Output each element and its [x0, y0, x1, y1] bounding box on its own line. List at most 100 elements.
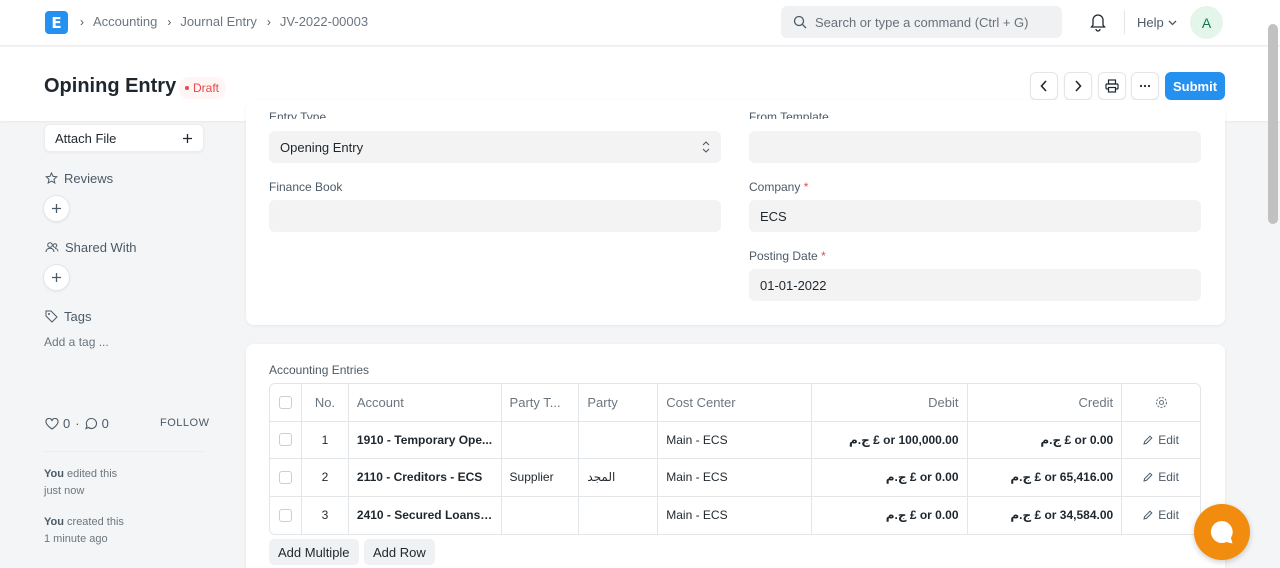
accounting-entries-table: No. Account Party T... Party Cost Center…	[269, 383, 1201, 535]
pencil-icon	[1143, 435, 1153, 445]
row-party[interactable]	[579, 421, 659, 458]
search-input[interactable]: Search or type a command (Ctrl + G)	[781, 6, 1062, 38]
row-cost-center[interactable]: Main - ECS	[658, 459, 812, 496]
activity-user: You	[44, 516, 64, 528]
row-credit[interactable]: ج.م £ or 34,584.00	[968, 496, 1123, 534]
header-no: No.	[302, 384, 349, 421]
help-label: Help	[1137, 15, 1164, 30]
chevron-right-icon: ›	[266, 14, 271, 29]
row-account[interactable]: 2110 - Creditors - ECS	[349, 459, 502, 496]
add-share-button[interactable]	[43, 264, 70, 291]
table-row[interactable]: 2 2110 - Creditors - ECS Supplier المجد …	[270, 459, 1200, 497]
scrollbar[interactable]	[1268, 24, 1278, 224]
header-cost-center: Cost Center	[658, 384, 812, 421]
table-row[interactable]: 3 2410 - Secured Loans ... Main - ECS ج.…	[270, 496, 1200, 535]
chat-widget-button[interactable]	[1194, 504, 1250, 560]
star-icon	[45, 172, 58, 184]
notification-bell-icon[interactable]	[1089, 12, 1107, 35]
column-settings[interactable]	[1122, 384, 1200, 421]
help-dropdown[interactable]: Help	[1137, 15, 1177, 30]
row-cost-center[interactable]: Main - ECS	[658, 496, 812, 534]
users-icon	[45, 242, 59, 253]
header-party: Party	[579, 384, 659, 421]
search-icon	[793, 15, 807, 29]
print-button[interactable]	[1098, 72, 1126, 100]
row-edit-button[interactable]: Edit	[1122, 422, 1200, 459]
breadcrumb-accounting[interactable]: Accounting	[93, 14, 157, 29]
row-debit[interactable]: ج.م £ or 0.00	[812, 496, 968, 534]
row-select-cell	[270, 459, 302, 496]
row-checkbox[interactable]	[278, 470, 292, 484]
row-edit-button[interactable]: Edit	[1122, 459, 1200, 496]
add-multiple-button[interactable]: Add Multiple	[269, 539, 359, 565]
header-debit: Debit	[812, 384, 968, 421]
plus-icon	[52, 204, 61, 213]
add-tag-link[interactable]: Add a tag ...	[44, 335, 109, 349]
row-credit[interactable]: ج.م £ or 65,416.00	[968, 459, 1123, 496]
chevron-right-icon: ›	[80, 14, 84, 29]
comment-icon[interactable]	[84, 417, 98, 430]
gear-icon	[1155, 396, 1167, 408]
row-cost-center[interactable]: Main - ECS	[658, 421, 812, 458]
app-logo[interactable]: E	[45, 11, 68, 34]
add-review-button[interactable]	[43, 195, 70, 222]
previous-button[interactable]	[1030, 72, 1058, 100]
heart-icon[interactable]	[45, 417, 59, 430]
breadcrumb: › Accounting › Journal Entry › JV-2022-0…	[80, 14, 378, 29]
breadcrumb-journal-entry[interactable]: Journal Entry	[180, 14, 257, 29]
row-account[interactable]: 2410 - Secured Loans ...	[349, 496, 502, 534]
add-row-button[interactable]: Add Row	[364, 539, 435, 565]
from-template-label: From Template	[749, 110, 829, 119]
navbar: E › Accounting › Journal Entry › JV-2022…	[0, 0, 1280, 46]
status-label: Draft	[193, 81, 220, 95]
row-checkbox[interactable]	[278, 433, 292, 447]
comments-count: 0	[101, 416, 109, 431]
printer-icon	[1105, 79, 1119, 93]
shared-with-label: Shared With	[65, 240, 137, 255]
breadcrumb-document[interactable]: JV-2022-00003	[280, 14, 368, 29]
entry-type-label: Entry Type	[269, 110, 327, 119]
select-arrows-icon	[702, 141, 710, 153]
page-title: Opining Entry	[44, 75, 177, 97]
row-account[interactable]: 1910 - Temporary Ope...	[349, 421, 502, 458]
row-checkbox[interactable]	[278, 508, 292, 522]
pencil-icon	[1143, 472, 1153, 482]
row-party-type[interactable]	[502, 421, 580, 458]
entry-type-select[interactable]: Opening Entry	[269, 131, 721, 163]
status-dot-icon	[185, 86, 189, 90]
likes-count: 0	[63, 416, 71, 431]
reviews-label: Reviews	[64, 171, 114, 186]
row-party[interactable]	[579, 496, 659, 534]
posting-date-field[interactable]: 01-01-2022	[749, 269, 1201, 301]
status-badge: Draft	[179, 77, 227, 99]
next-button[interactable]	[1064, 72, 1092, 100]
row-no: 2	[302, 459, 349, 496]
row-party-type[interactable]	[502, 496, 580, 534]
from-template-field[interactable]	[749, 131, 1201, 163]
table-header: No. Account Party T... Party Cost Center…	[270, 384, 1200, 422]
attach-file-button[interactable]: Attach File	[44, 124, 204, 152]
divider	[1124, 10, 1125, 34]
activity-text: created this	[67, 516, 124, 528]
table-row[interactable]: 1 1910 - Temporary Ope... Main - ECS ج.م…	[270, 421, 1200, 459]
company-field[interactable]: ECS	[749, 200, 1201, 232]
avatar[interactable]: A	[1190, 6, 1223, 39]
finance-book-field[interactable]	[269, 200, 721, 232]
more-actions-button[interactable]	[1131, 72, 1159, 100]
row-debit[interactable]: ج.م £ or 0.00	[812, 459, 968, 496]
row-no: 1	[302, 421, 349, 458]
posting-date-label: Posting Date *	[749, 249, 826, 263]
select-all-checkbox[interactable]	[278, 395, 292, 409]
row-party-type[interactable]: Supplier	[502, 459, 580, 496]
row-debit[interactable]: ج.م £ or 100,000.00	[812, 421, 968, 458]
row-party[interactable]: المجد	[579, 459, 659, 496]
activity-time: 1 minute ago	[44, 533, 108, 545]
row-edit-button[interactable]: Edit	[1122, 497, 1200, 535]
row-credit[interactable]: ج.م £ or 0.00	[968, 421, 1123, 458]
row-select-cell	[270, 496, 302, 534]
search-placeholder: Search or type a command (Ctrl + G)	[815, 14, 1029, 30]
submit-button[interactable]: Submit	[1165, 72, 1225, 100]
header-credit: Credit	[968, 384, 1123, 421]
follow-button[interactable]: FOLLOW	[160, 417, 209, 429]
plus-icon	[52, 273, 61, 282]
